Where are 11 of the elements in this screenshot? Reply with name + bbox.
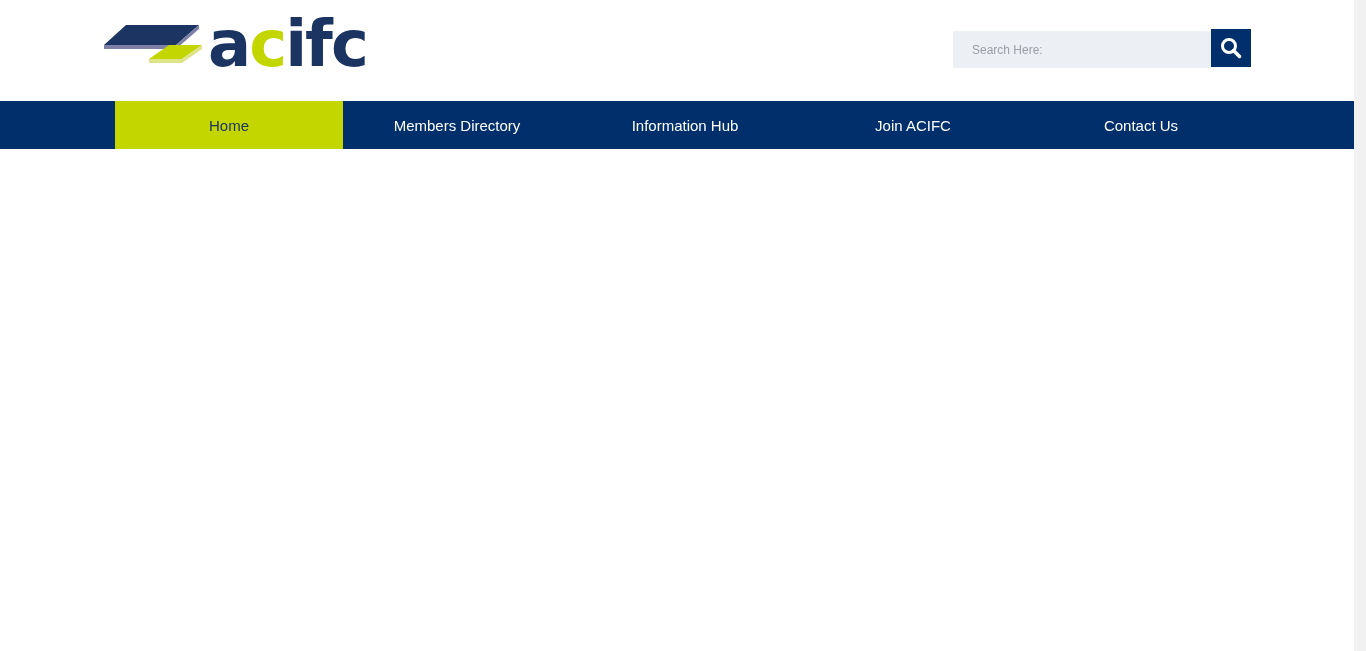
nav-tab[interactable]: Join ACIFC (799, 101, 1027, 149)
nav-tab[interactable]: Information Hub (571, 101, 799, 149)
search-button[interactable] (1211, 29, 1251, 67)
nav-tab[interactable]: Members Directory (343, 101, 571, 149)
logo-icon (104, 23, 204, 65)
nav-tab[interactable]: Contact Us (1027, 101, 1255, 149)
search-field[interactable]: Search Here: (953, 31, 1211, 68)
logo-text: acifc (208, 17, 367, 71)
scrollbar[interactable] (1354, 0, 1366, 651)
nav-tab[interactable]: Home (115, 101, 343, 149)
search-icon (1220, 37, 1242, 59)
